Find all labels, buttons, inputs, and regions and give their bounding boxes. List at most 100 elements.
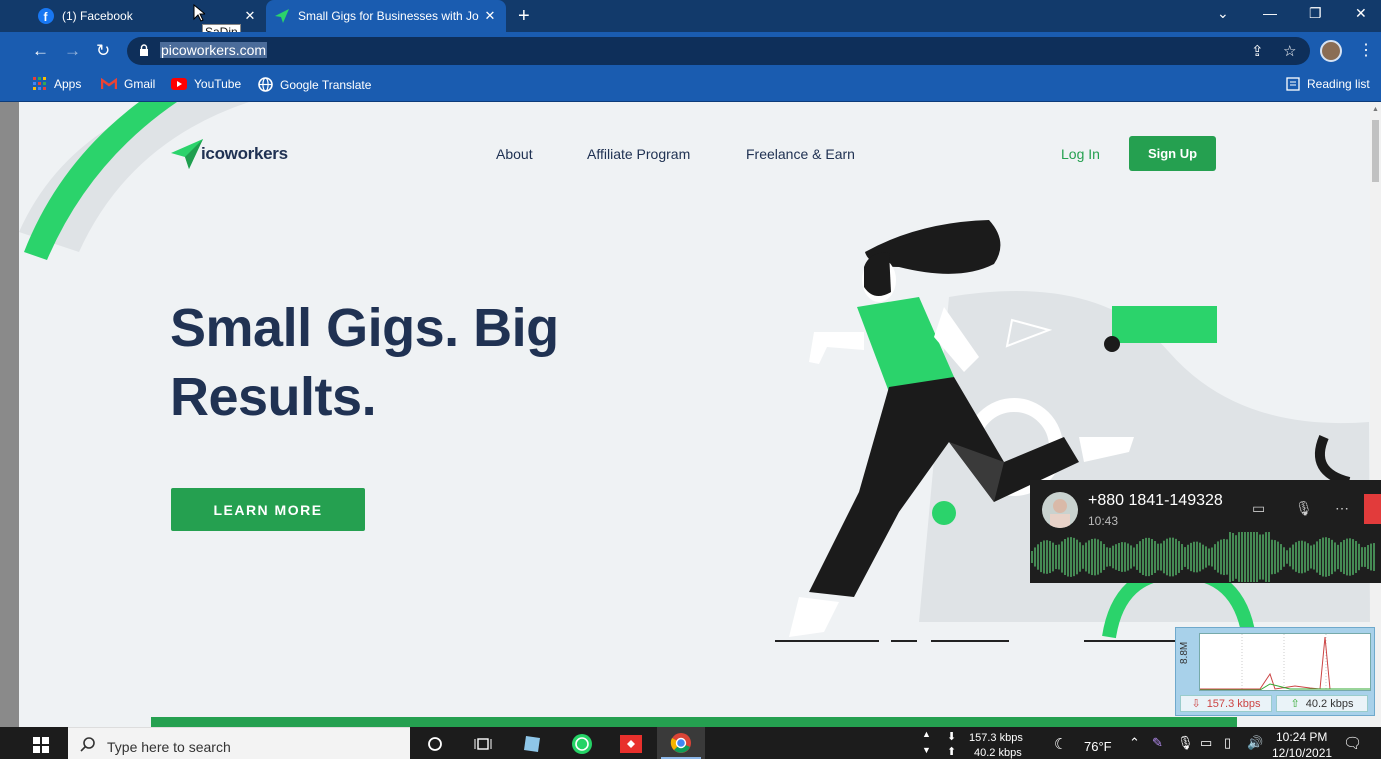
bookmark-youtube[interactable]: YouTube (171, 77, 241, 91)
clock-time[interactable]: 10:24 PM (1276, 730, 1327, 744)
url-text[interactable]: picoworkers.com (160, 42, 268, 58)
microphone-icon[interactable]: 🎙 (1295, 500, 1313, 517)
reading-list-label: Reading list (1307, 77, 1370, 91)
nav-freelance-earn[interactable]: Freelance & Earn (746, 146, 855, 162)
forward-button[interactable]: → (64, 41, 81, 61)
network-monitor-widget: 8.8M ⇩ 157.3 kbps ⇧ 40.2 kbps (1175, 627, 1375, 716)
reading-list-button[interactable]: Reading list (1286, 77, 1370, 91)
bookmarks-bar: Apps Gmail YouTube Google Translate Read… (0, 70, 1381, 102)
gmail-icon (101, 78, 117, 90)
task-view-icon[interactable] (471, 732, 495, 756)
picoworkers-favicon-icon (274, 8, 290, 24)
nav-about[interactable]: About (496, 146, 533, 162)
network-scale-label: 8.8M (1179, 641, 1190, 664)
browser-toolbar: ← → ↻ picoworkers.com ⇪ ☆ ⋮ (0, 32, 1381, 70)
tray-microphone-icon[interactable]: 🎙 (1177, 735, 1194, 751)
tray-net-down: 157.3 kbps (969, 732, 1023, 744)
weather-temp[interactable]: 76°F (1084, 739, 1112, 754)
scrollbar-thumb[interactable] (1372, 120, 1379, 182)
windows-start-icon[interactable] (33, 737, 49, 758)
end-call-button[interactable] (1364, 494, 1381, 524)
tray-scroll-up-icon[interactable]: ▲ (922, 729, 931, 739)
search-icon (80, 736, 96, 757)
close-tab-icon[interactable]: ✕ (240, 8, 260, 24)
globe-icon (258, 77, 273, 92)
tray-net-up: 40.2 kbps (974, 747, 1022, 759)
bookmark-label: Google Translate (280, 77, 372, 92)
download-arrow-icon: ⇩ (1191, 698, 1201, 710)
show-hidden-icons[interactable]: ⌃ (1129, 735, 1140, 751)
apps-grid-icon (33, 77, 47, 91)
download-rate: ⇩ 157.3 kbps (1180, 695, 1272, 712)
bookmark-apps[interactable]: Apps (33, 77, 81, 91)
logo-text: icoworkers (201, 144, 288, 163)
pen-icon[interactable]: ✎ (1152, 735, 1163, 751)
notepad-icon[interactable] (520, 732, 544, 756)
caller-avatar (1042, 492, 1078, 528)
network-graph (1199, 633, 1371, 691)
scroll-up-icon[interactable]: ▲ (1372, 106, 1379, 113)
call-overlay: +880 1841-149328 10:43 ▭ 🎙 ⋯ (1030, 480, 1381, 583)
picoworkers-logo[interactable]: icoworkers (171, 139, 288, 169)
volume-icon[interactable]: 🔊 (1247, 735, 1263, 751)
cortana-icon[interactable] (423, 732, 447, 756)
signup-button[interactable]: Sign Up (1129, 136, 1216, 171)
caller-number: +880 1841-149328 (1088, 492, 1223, 509)
tab-title: (1) Facebook (62, 9, 133, 23)
upload-rate: ⇧ 40.2 kbps (1276, 695, 1368, 712)
upload-arrow-icon: ⇧ (1290, 698, 1300, 710)
nav-affiliate-program[interactable]: Affiliate Program (587, 146, 690, 162)
hero-heading-line1: Small Gigs. Big (170, 298, 559, 358)
more-options-icon[interactable]: ⋯ (1335, 500, 1349, 517)
taskbar-search[interactable]: Type here to search (68, 727, 410, 759)
picoworkers-logo-icon (171, 139, 203, 169)
tray-upload-arrow-icon: ⬆ (947, 746, 957, 758)
notifications-icon[interactable]: 🗨 (1343, 734, 1362, 752)
tab-search-icon[interactable]: ⌄ (1217, 5, 1229, 22)
lock-icon (139, 44, 149, 62)
address-bar[interactable]: picoworkers.com ⇪ ☆ (127, 37, 1310, 65)
tray-download-arrow-icon: ⬇ (947, 731, 957, 743)
share-icon[interactable]: ⇪ (1251, 42, 1264, 60)
close-tab-icon[interactable]: ✕ (480, 8, 500, 24)
bookmark-star-icon[interactable]: ☆ (1283, 42, 1296, 60)
chrome-taskbar-button[interactable] (657, 727, 705, 759)
whatsapp-icon[interactable] (570, 732, 594, 756)
clock-date[interactable]: 12/10/2021 (1272, 746, 1332, 759)
section-divider (151, 717, 1237, 727)
close-window-button[interactable]: ✕ (1355, 5, 1367, 22)
video-camera-icon[interactable]: ▭ (1252, 500, 1265, 517)
profile-avatar[interactable] (1320, 40, 1342, 62)
bookmark-google-translate[interactable]: Google Translate (258, 77, 371, 92)
search-placeholder: Type here to search (107, 739, 231, 755)
facebook-icon: f (38, 8, 54, 24)
call-duration: 10:43 (1088, 514, 1119, 528)
back-button[interactable]: ← (32, 41, 49, 61)
tray-scroll-down-icon[interactable]: ▼ (922, 745, 931, 755)
desktop-background (0, 102, 19, 727)
bookmark-label: Apps (54, 77, 82, 91)
weather-icon[interactable]: ☾ (1054, 735, 1067, 753)
tab-picoworkers[interactable]: Small Gigs for Businesses with Jo ✕ (266, 0, 506, 32)
learn-more-button[interactable]: LEARN MORE (171, 488, 365, 531)
mouse-cursor-icon (193, 4, 205, 22)
minimize-button[interactable]: — (1263, 5, 1277, 21)
login-link[interactable]: Log In (1061, 146, 1100, 162)
anydesk-icon[interactable] (619, 732, 643, 756)
battery-icon[interactable]: ▯ (1224, 735, 1231, 751)
restore-button[interactable]: ❐ (1309, 5, 1322, 22)
reload-button[interactable]: ↻ (96, 41, 110, 61)
webpage: icoworkers About Affiliate Program Freel… (19, 102, 1370, 727)
bookmark-label: Gmail (124, 77, 156, 91)
tab-title: Small Gigs for Businesses with Jo (298, 9, 479, 23)
reading-list-icon (1286, 77, 1300, 91)
bookmark-gmail[interactable]: Gmail (101, 77, 155, 91)
chrome-icon (670, 733, 691, 753)
call-audio-waveform (1031, 532, 1375, 582)
windows-taskbar: Type here to search ▲ ▼ ⬇ 157.3 kbps ⬆ 4… (0, 727, 1381, 759)
network-icon[interactable]: ▭ (1200, 735, 1212, 751)
new-tab-button[interactable]: + (518, 5, 530, 28)
menu-kebab-icon[interactable]: ⋮ (1358, 40, 1374, 60)
bookmark-label: YouTube (194, 77, 242, 91)
hero-heading-line2: Results. (170, 367, 377, 427)
